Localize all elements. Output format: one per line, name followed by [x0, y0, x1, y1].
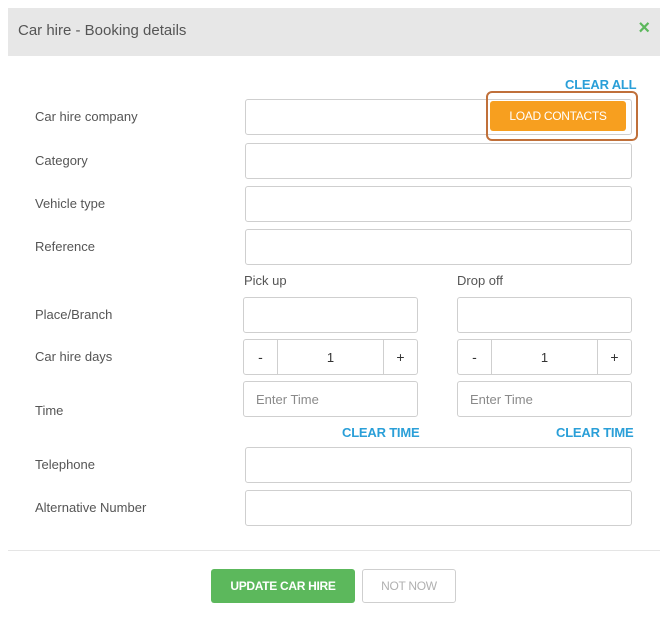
dropoff-days-decrement-button[interactable]: -: [458, 340, 491, 374]
not-now-button[interactable]: NOT NOW: [362, 569, 456, 603]
alternative-number-input[interactable]: [245, 490, 632, 526]
category-label: Category: [35, 153, 88, 168]
car-hire-days-label: Car hire days: [35, 349, 113, 364]
dropoff-time-input[interactable]: [457, 381, 632, 417]
place-branch-label: Place/Branch: [35, 307, 113, 322]
dropoff-days-stepper: - 1 +: [457, 339, 632, 375]
update-car-hire-button[interactable]: UPDATE CAR HIRE: [211, 569, 355, 603]
pickup-days-stepper: - 1 +: [243, 339, 418, 375]
pickup-clear-time-link[interactable]: CLEAR TIME: [342, 425, 420, 440]
dropoff-heading: Drop off: [457, 273, 504, 288]
footer-divider: [8, 550, 660, 551]
dialog-title: Car hire - Booking details: [18, 22, 187, 39]
telephone-input[interactable]: [245, 447, 632, 483]
car-hire-dialog: Car hire - Booking details × CLEAR ALL C…: [8, 8, 660, 628]
dialog-header: Car hire - Booking details ×: [8, 8, 660, 56]
category-input[interactable]: [245, 143, 632, 179]
dropoff-clear-time-link[interactable]: CLEAR TIME: [556, 425, 634, 440]
dropoff-place-input[interactable]: [457, 297, 632, 333]
vehicle-type-label: Vehicle type: [35, 196, 106, 211]
dropoff-days-increment-button[interactable]: +: [598, 340, 631, 374]
clear-all-link[interactable]: CLEAR ALL: [565, 77, 637, 92]
dropoff-days-value[interactable]: 1: [491, 340, 598, 374]
pickup-days-decrement-button[interactable]: -: [244, 340, 277, 374]
reference-input[interactable]: [245, 229, 632, 265]
pickup-heading: Pick up: [244, 273, 287, 288]
vehicle-type-input[interactable]: [245, 186, 632, 222]
load-contacts-button[interactable]: LOAD CONTACTS: [490, 101, 626, 131]
pickup-days-value[interactable]: 1: [277, 340, 384, 374]
pickup-time-input[interactable]: [243, 381, 418, 417]
pickup-days-increment-button[interactable]: +: [384, 340, 417, 374]
alternative-number-label: Alternative Number: [35, 500, 147, 515]
pickup-place-input[interactable]: [243, 297, 418, 333]
car-hire-company-label: Car hire company: [35, 109, 138, 124]
time-label: Time: [35, 403, 64, 418]
close-icon[interactable]: ×: [638, 17, 650, 40]
telephone-label: Telephone: [35, 457, 95, 472]
reference-label: Reference: [35, 239, 95, 254]
